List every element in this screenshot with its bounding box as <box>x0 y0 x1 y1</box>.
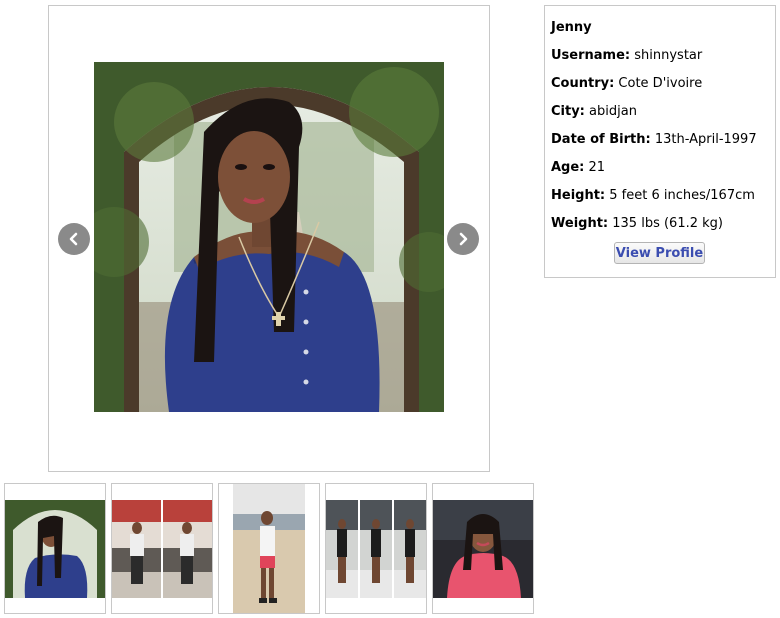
chevron-left-icon <box>69 232 78 246</box>
weight-row: Weight: 135 lbs (61.2 kg) <box>551 216 723 231</box>
dob-value: 13th-April-1997 <box>654 132 757 147</box>
age-row: Age: 21 <box>551 160 606 175</box>
city-value: abidjan <box>589 104 637 119</box>
previous-photo-button[interactable] <box>58 223 90 255</box>
photo-carousel <box>48 5 490 472</box>
thumbnail-2[interactable] <box>111 483 213 614</box>
next-photo-button[interactable] <box>447 223 479 255</box>
thumbnail-5[interactable] <box>432 483 534 614</box>
thumbnail-4[interactable] <box>325 483 427 614</box>
height-row: Height: 5 feet 6 inches/167cm <box>551 188 755 203</box>
dob-row: Date of Birth: 13th-April-1997 <box>551 132 757 147</box>
username-value: shinnystar <box>634 48 703 63</box>
thumbnail-1[interactable] <box>4 483 106 614</box>
age-value: 21 <box>588 160 606 175</box>
username-row: Username: shinnystar <box>551 48 703 63</box>
chevron-right-icon <box>459 232 468 246</box>
profile-name: Jenny <box>551 20 592 35</box>
country-value: Cote D'ivoire <box>618 76 703 91</box>
thumbnail-3[interactable] <box>218 483 320 614</box>
weight-value: 135 lbs (61.2 kg) <box>612 216 723 231</box>
main-profile-photo[interactable] <box>94 62 444 412</box>
view-profile-button[interactable]: View Profile <box>614 242 705 264</box>
profile-info-box: Jenny Username: shinnystar Country: Cote… <box>544 5 776 278</box>
height-value: 5 feet 6 inches/167cm <box>609 188 755 203</box>
country-row: Country: Cote D'ivoire <box>551 76 703 91</box>
city-row: City: abidjan <box>551 104 637 119</box>
